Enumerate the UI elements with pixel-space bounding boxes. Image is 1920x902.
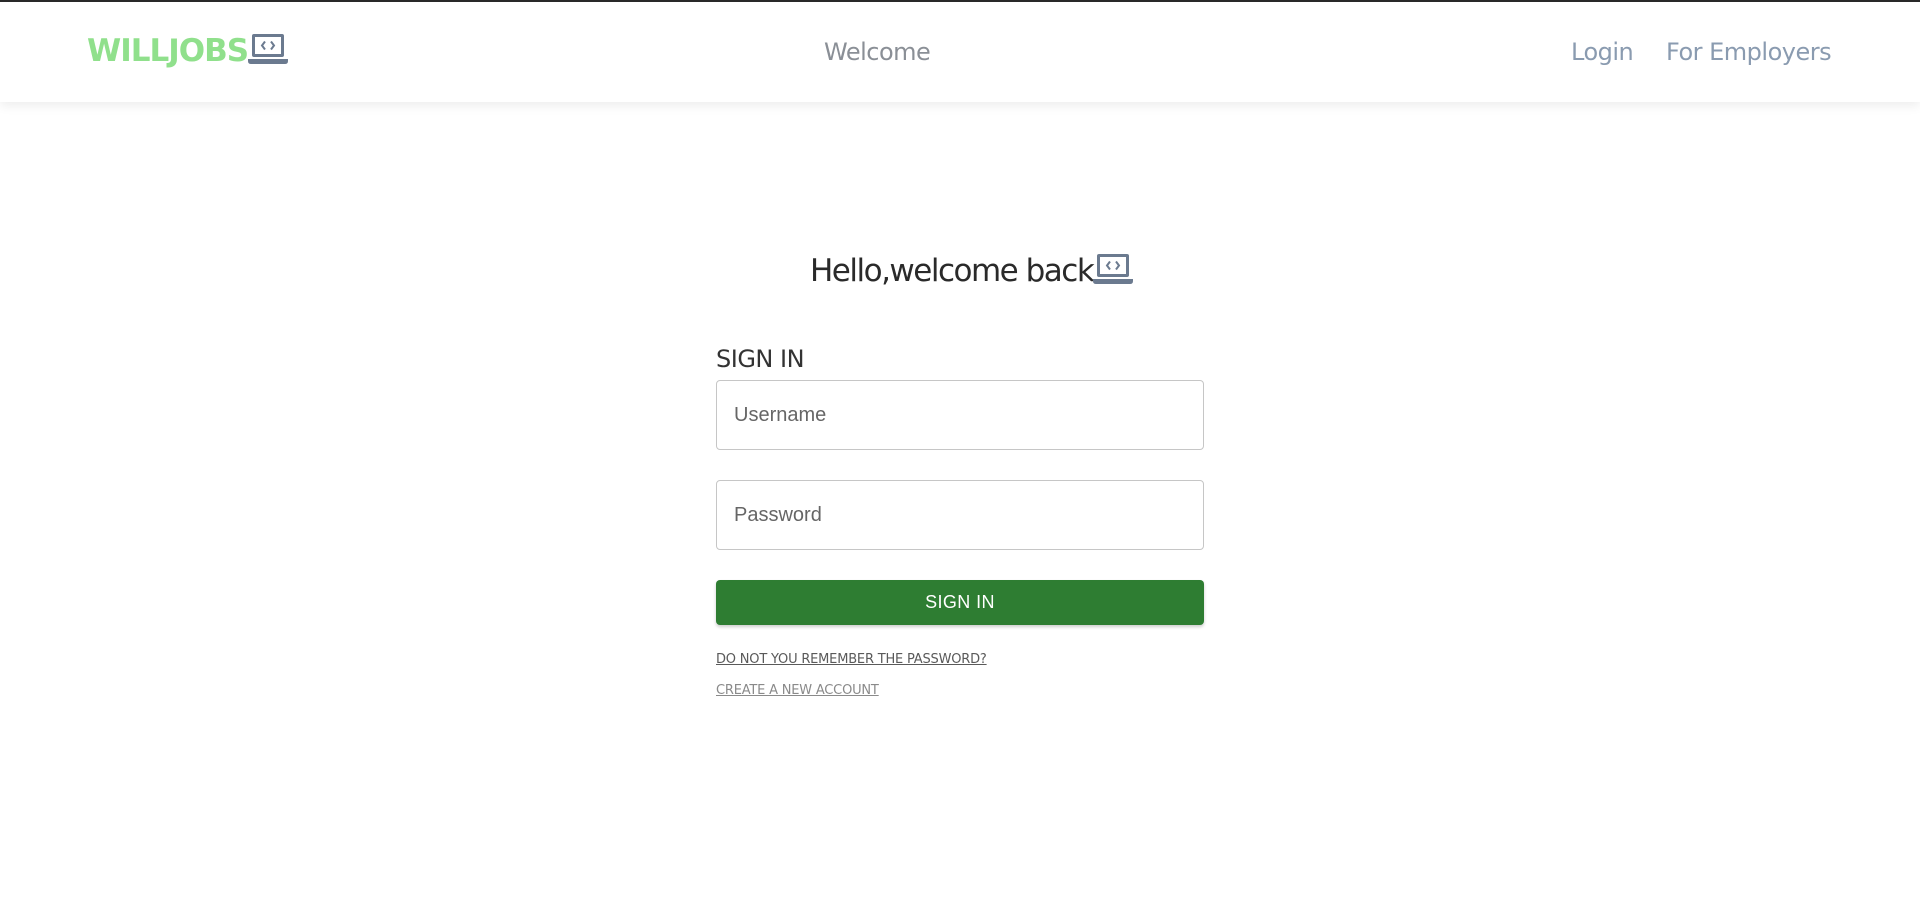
forgot-password-link[interactable]: DO NOT YOU REMEMBER THE PASSWORD? bbox=[716, 652, 1204, 667]
username-input[interactable] bbox=[716, 380, 1204, 450]
password-input[interactable] bbox=[716, 480, 1204, 550]
signin-button[interactable]: SIGN IN bbox=[716, 580, 1204, 625]
laptop-code-icon bbox=[1093, 252, 1134, 290]
nav-login-link[interactable]: Login bbox=[1571, 38, 1634, 66]
laptop-code-icon bbox=[248, 32, 289, 70]
nav-employers-link[interactable]: For Employers bbox=[1666, 38, 1832, 66]
signin-form: SIGN IN SIGN IN DO NOT YOU REMEMBER THE … bbox=[716, 342, 1204, 714]
signin-title: SIGN IN bbox=[716, 345, 805, 373]
nav-welcome-link[interactable]: Welcome bbox=[824, 38, 931, 66]
welcome-heading: Hello,welcome back bbox=[810, 252, 1134, 290]
navbar: WILLJOBS Welcome Login For Employers bbox=[0, 2, 1920, 102]
brand-logo[interactable]: WILLJOBS bbox=[87, 32, 289, 70]
account-links: DO NOT YOU REMEMBER THE PASSWORD? CREATE… bbox=[716, 652, 1204, 698]
create-account-link[interactable]: CREATE A NEW ACCOUNT bbox=[716, 683, 1204, 698]
welcome-text: Hello,welcome back bbox=[810, 253, 1095, 289]
brand-name: WILLJOBS bbox=[87, 33, 249, 69]
